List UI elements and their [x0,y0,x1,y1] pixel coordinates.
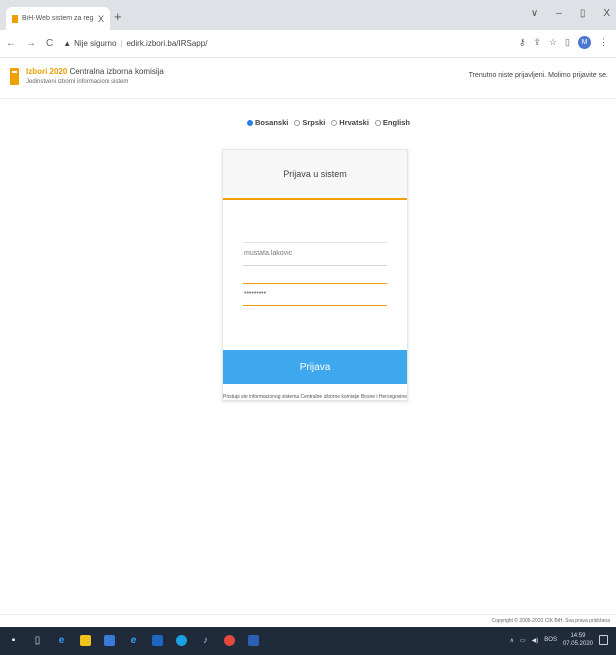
lang-label: English [382,118,410,127]
notification-icon[interactable] [599,635,608,645]
omnibox-separator: | [120,39,123,48]
lang-option-bosanski[interactable]: Bosanski [247,118,288,127]
close-tab-icon[interactable]: X [98,14,104,24]
audio-app-icon[interactable]: ♪ [200,635,211,646]
security-label: Nije sigurno [74,39,117,48]
profile-avatar[interactable]: M [578,36,591,49]
lang-option-english[interactable]: English [374,118,410,127]
volume-icon[interactable]: ◀) [532,637,539,644]
clock[interactable]: 14:59 07.05.2020 [563,632,593,648]
radio-button[interactable] [247,119,253,126]
browser-tab[interactable]: BiH-Web sistem za registraciju X [6,7,110,30]
copyright-text: Copyright © 2006-2020 CIK BiH. Sva prava… [491,618,610,624]
file-explorer-icon[interactable] [80,635,91,646]
new-tab-button[interactable]: + [114,9,122,24]
radio-button[interactable] [374,119,381,126]
bookmark-star-icon[interactable]: ☆ [549,37,557,48]
tray-caret-icon[interactable]: ∧ [510,637,514,644]
login-title: Prijava u sistem [223,150,407,200]
task-view-icon[interactable]: ▯ [32,635,43,646]
brand-subtitle: Jedinstveni izborni informacioni sistem [26,79,129,85]
warning-icon: ▲ [63,39,72,48]
language-selector: Bosanski Srpski Hrvatski English [247,118,410,127]
system-tray: ∧ ▭ ◀) BOS 14:59 07.05.2020 [510,632,608,648]
tab-search-icon[interactable]: ∨ [531,8,538,19]
close-window-button[interactable]: X [603,8,610,19]
skype-icon[interactable] [176,635,187,646]
ballot-box-logo-icon[interactable] [10,68,19,85]
chrome-icon[interactable] [224,635,235,646]
toolbar-actions: ⚷ ⇪ ☆ ▯ M ⋮ [519,36,608,49]
site-header: Izbori 2020 Centralna izborna komisija J… [0,59,616,99]
key-icon[interactable]: ⚷ [519,37,526,48]
lang-label: Bosanski [255,118,289,127]
extensions-icon[interactable]: ▯ [565,37,570,48]
os-taskbar: ▪ ▯ e e ♪ ∧ ▭ ◀) BOS 14:59 07.05.2020 [0,627,616,655]
lang-label: Srpski [302,118,326,127]
clock-date: 07.05.2020 [562,641,593,647]
screen: BiH-Web sistem za registraciju X + ∨ – ▯… [0,0,616,655]
lang-label: Hrvatski [339,118,369,127]
tab-title: BiH-Web sistem za registraciju [22,15,94,22]
browser-tab-strip: BiH-Web sistem za registraciju X + ∨ – ▯… [0,0,616,30]
url-text: edirk.izbori.ba/IRSapp/ [126,39,208,48]
lang-option-hrvatski[interactable]: Hrvatski [331,118,369,127]
clock-time: 14:59 [570,633,586,639]
minimize-button[interactable]: – [556,8,562,19]
radio-button[interactable] [294,119,301,126]
login-button[interactable]: Prijava [223,350,407,384]
site-favicon-icon [12,14,18,23]
window-controls: ∨ – ▯ X [531,8,610,19]
brand-title[interactable]: Izbori 2020 Centralna izborna komisija [26,67,164,76]
ie-browser-icon[interactable]: e [128,635,139,646]
reload-button[interactable]: C [46,38,53,49]
login-card: Prijava u sistem Prijava Pristupi ste in… [222,149,408,401]
share-icon[interactable]: ⇪ [533,37,541,48]
outlook-icon[interactable] [152,635,163,646]
input-language[interactable]: BOS [544,637,557,643]
windows-start-icon[interactable]: ▪ [8,635,19,646]
nav-buttons: ← → C [6,38,53,49]
login-footer-text: Pristupi ste informacionog sistema Centr… [223,394,407,400]
word-icon[interactable] [248,635,259,646]
brand-highlight: Izbori 2020 [26,67,68,76]
footer-divider [0,614,616,615]
login-status-text: Trenutno niste prijavljeni. Molimo prija… [468,72,608,79]
username-input[interactable] [243,242,387,266]
brand-name: Centralna izborna komisija [67,67,164,76]
forward-button[interactable]: → [26,38,36,49]
lang-option-srpski[interactable]: Srpski [294,118,325,127]
address-bar-row: ← → C ▲ Nije sigurno | edirk.izbori.ba/I… [0,30,616,58]
maximize-button[interactable]: ▯ [580,8,586,19]
network-icon[interactable]: ▭ [520,637,526,644]
edge-browser-icon[interactable]: e [56,635,67,646]
omnibox[interactable]: ▲ Nije sigurno | edirk.izbori.ba/IRSapp/ [63,39,207,48]
radio-button[interactable] [331,119,338,126]
taskbar-apps: ▪ ▯ e e ♪ [8,635,259,646]
back-button[interactable]: ← [6,38,16,49]
menu-kebab-icon[interactable]: ⋮ [599,37,608,48]
store-icon[interactable] [104,635,115,646]
password-input[interactable] [243,282,387,306]
